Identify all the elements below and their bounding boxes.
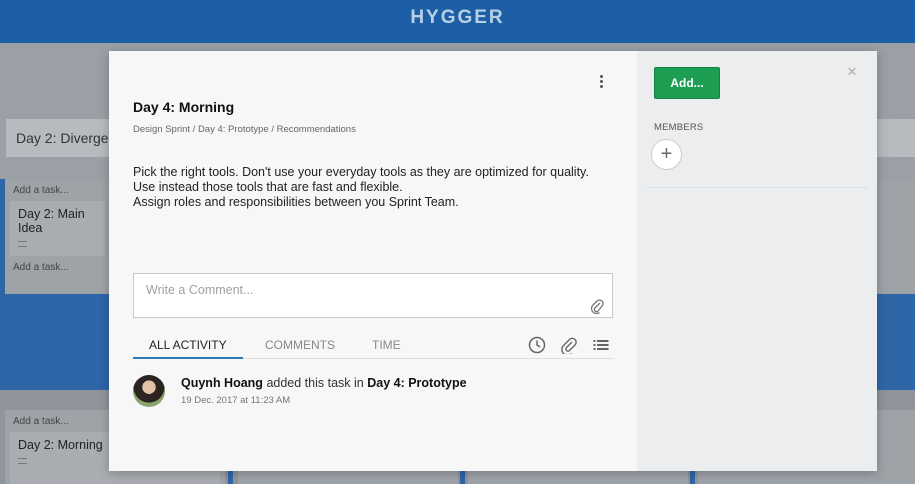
clock-icon[interactable] [528,336,546,354]
task-title[interactable]: Day 4: Morning [133,99,234,115]
tab-time[interactable]: TIME [372,338,401,357]
comment-box [133,273,613,318]
activity-user[interactable]: Quynh Hoang [181,376,263,390]
paperclip-icon[interactable] [560,336,578,354]
board-column-partial [876,179,915,294]
task-detail-modal: Day 4: Morning Design Sprint / Day 4: Pr… [109,51,877,471]
add-button[interactable]: Add... [654,67,720,99]
board-column: Add a task... Day 2: Main Idea Add a tas… [5,179,110,294]
attach-paperclip-icon[interactable] [590,298,604,314]
activity-text: Quynh Hoang added this task in Day 4: Pr… [181,376,467,390]
tab-comments[interactable]: COMMENTS [265,338,335,357]
activity-tabs: ALL ACTIVITY COMMENTS TIME [133,333,613,359]
close-icon[interactable]: × [845,63,859,80]
activity-timestamp: 19 Dec. 2017 at 11:23 AM [181,395,291,406]
avatar[interactable] [133,375,165,407]
lane-title[interactable]: Day 2: Diverge [6,119,126,157]
top-bar: HYGGER [0,0,915,43]
tab-all-activity[interactable]: ALL ACTIVITY [133,338,243,359]
activity-target[interactable]: Day 4: Prototype [367,376,466,390]
add-member-button[interactable]: + [651,139,682,170]
app-logo[interactable]: HYGGER [410,7,504,28]
comment-input[interactable] [146,283,576,297]
add-task-link[interactable]: Add a task... [5,256,110,278]
task-card[interactable]: Day 2: Main Idea [10,201,105,256]
description-icon [18,458,27,464]
lane-title-partial [876,119,915,157]
task-description[interactable]: Pick the right tools. Don't use your eve… [133,165,613,210]
description-line: Use instead those tools that are fast an… [133,180,403,194]
activity-item: Quynh Hoang added this task in Day 4: Pr… [133,375,613,415]
task-detail-sidebar: Add... × MEMBERS + [637,51,877,471]
breadcrumb: Design Sprint / Day 4: Prototype / Recom… [133,124,356,135]
more-options-icon[interactable] [593,73,609,93]
members-label: MEMBERS [654,122,704,133]
description-line: Assign roles and responsibilities betwee… [133,195,459,209]
list-icon[interactable] [592,336,610,354]
divider [646,187,868,188]
description-icon [18,241,27,247]
task-card-title: Day 2: Main Idea [18,207,85,235]
task-detail-main: Day 4: Morning Design Sprint / Day 4: Pr… [109,51,637,471]
add-task-link[interactable]: Add a task... [5,179,110,201]
activity-action: added this task in [266,376,364,390]
description-line: Pick the right tools. Don't use your eve… [133,165,589,179]
